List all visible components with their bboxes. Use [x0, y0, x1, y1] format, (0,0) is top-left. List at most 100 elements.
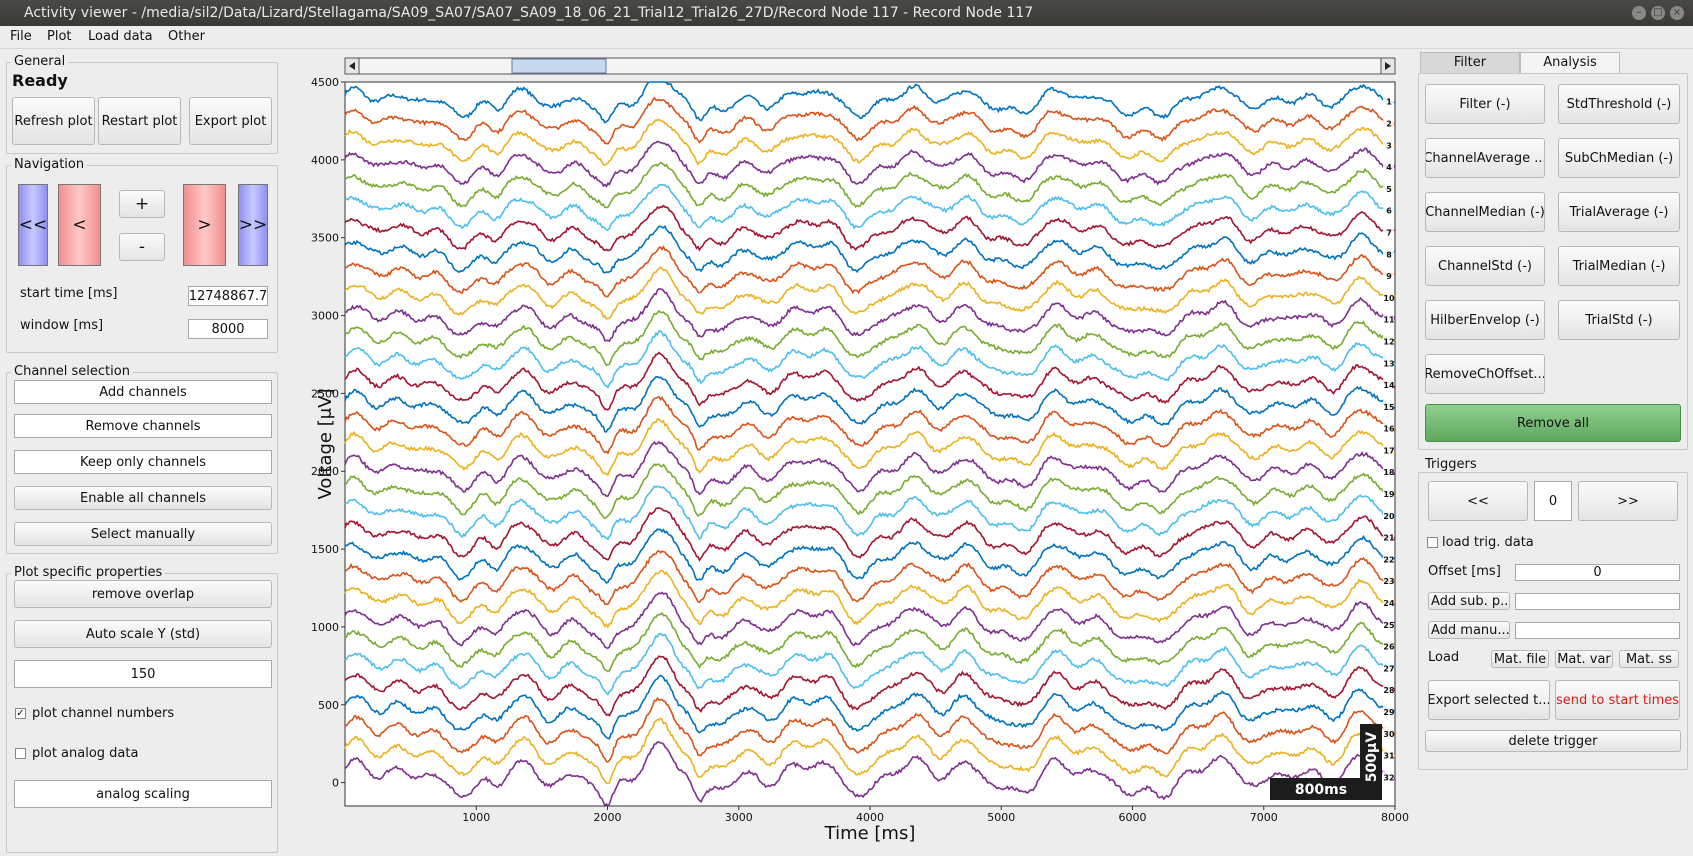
- plot-analog-data-label: plot analog data: [32, 746, 139, 761]
- close-icon[interactable]: ×: [1670, 6, 1684, 20]
- start-time-label: start time [ms]: [20, 286, 118, 301]
- start-time-input[interactable]: 12748867.7: [188, 286, 268, 306]
- zoom-out-button[interactable]: -: [119, 233, 165, 261]
- add-manual-button[interactable]: Add manu...: [1428, 621, 1510, 639]
- channel-average-button[interactable]: ChannelAverage ...: [1425, 138, 1545, 178]
- offset-input[interactable]: 0: [1515, 564, 1680, 581]
- menu-other[interactable]: Other: [168, 29, 205, 44]
- voltage-scale-label: 500μV: [1364, 732, 1380, 783]
- mat-ss-button[interactable]: Mat. ss: [1619, 650, 1679, 668]
- channel-number-label: 26: [1383, 643, 1395, 652]
- menu-plot[interactable]: Plot: [47, 29, 72, 44]
- menu-file[interactable]: File: [10, 29, 32, 44]
- x-tick-label: 3000: [725, 811, 753, 824]
- channel-number-label: 10: [1383, 294, 1395, 303]
- offset-label: Offset [ms]: [1428, 564, 1501, 579]
- channel-number-label: 7: [1386, 228, 1392, 237]
- add-channels-button[interactable]: Add channels: [14, 380, 272, 404]
- refresh-plot-button[interactable]: Refresh plot: [12, 97, 95, 145]
- channel-number-label: 32: [1383, 773, 1394, 782]
- menu-load-data[interactable]: Load data: [88, 29, 153, 44]
- channel-number-label: 16: [1383, 425, 1395, 434]
- channel-number-label: 21: [1383, 534, 1395, 543]
- channel-number-label: 1: [1386, 98, 1392, 107]
- y-tick-label: 0: [332, 777, 339, 790]
- x-tick-label: 6000: [1119, 811, 1147, 824]
- trial-average-button[interactable]: TrialAverage (-): [1558, 192, 1680, 232]
- add-manual-input[interactable]: [1515, 622, 1680, 639]
- select-manually-button[interactable]: Select manually: [14, 522, 272, 546]
- far-back-button[interactable]: <<: [18, 184, 48, 266]
- y-tick-label: 3000: [311, 310, 339, 323]
- trigger-index-input[interactable]: 0: [1534, 481, 1572, 521]
- x-tick-label: 5000: [987, 811, 1015, 824]
- scale-value-input[interactable]: 150: [14, 660, 272, 688]
- keep-only-channels-button[interactable]: Keep only channels: [14, 450, 272, 474]
- sub-ch-median-button[interactable]: SubChMedian (-): [1558, 138, 1680, 178]
- channel-number-label: 20: [1383, 512, 1395, 521]
- tab-filter[interactable]: Filter: [1420, 52, 1520, 73]
- load-trig-data-label: load trig. data: [1442, 535, 1534, 550]
- hilbert-envelope-button[interactable]: HilberEnvelop (-): [1425, 300, 1545, 340]
- scroll-thumb[interactable]: [511, 58, 607, 74]
- channel-number-label: 13: [1383, 359, 1394, 368]
- export-selected-triggers-button[interactable]: Export selected t...: [1428, 680, 1550, 720]
- tab-analysis[interactable]: Analysis: [1520, 52, 1620, 73]
- channel-number-label: 11: [1383, 316, 1395, 325]
- plot-channel-numbers-checkbox[interactable]: ✓: [15, 708, 26, 719]
- add-sub-input[interactable]: [1515, 593, 1680, 610]
- enable-all-channels-button[interactable]: Enable all channels: [14, 486, 272, 510]
- remove-all-button[interactable]: Remove all: [1425, 404, 1681, 442]
- channel-number-label: 29: [1383, 708, 1395, 717]
- forward-button[interactable]: >: [183, 184, 226, 266]
- trial-std-button[interactable]: TrialStd (-): [1558, 300, 1680, 340]
- far-forward-button[interactable]: >>: [238, 184, 268, 266]
- zoom-in-button[interactable]: +: [119, 190, 165, 218]
- window-input[interactable]: 8000: [188, 319, 268, 339]
- load-label: Load: [1428, 650, 1460, 665]
- trial-median-button[interactable]: TrialMedian (-): [1558, 246, 1680, 286]
- restart-plot-button[interactable]: Restart plot: [98, 97, 181, 145]
- std-threshold-button[interactable]: StdThreshold (-): [1558, 84, 1680, 124]
- menubar: File Plot Load data Other: [0, 26, 1693, 49]
- export-plot-button[interactable]: Export plot: [189, 97, 272, 145]
- x-tick-label: 7000: [1250, 811, 1278, 824]
- channel-number-label: 24: [1383, 599, 1395, 608]
- send-to-start-times-button[interactable]: send to start times: [1555, 680, 1680, 720]
- filter-button[interactable]: Filter (-): [1425, 84, 1545, 124]
- channel-number-label: 22: [1383, 555, 1394, 564]
- general-panel-title: General: [11, 54, 69, 69]
- window-title: Activity viewer - /media/sil2/Data/Lizar…: [24, 5, 1034, 21]
- prev-trigger-button[interactable]: <<: [1428, 481, 1528, 521]
- channel-number-label: 28: [1383, 686, 1395, 695]
- delete-trigger-button[interactable]: delete trigger: [1425, 730, 1681, 752]
- channel-number-label: 5: [1386, 185, 1392, 194]
- minimize-icon[interactable]: –: [1632, 6, 1646, 20]
- add-sub-button[interactable]: Add sub. p...: [1428, 592, 1510, 610]
- x-tick-label: 2000: [594, 811, 622, 824]
- y-tick-label: 3500: [311, 232, 339, 245]
- y-tick-label: 1000: [311, 621, 339, 634]
- channel-std-button[interactable]: ChannelStd (-): [1425, 246, 1545, 286]
- mat-file-button[interactable]: Mat. file: [1491, 650, 1549, 668]
- next-trigger-button[interactable]: >>: [1578, 481, 1678, 521]
- channel-number-label: 30: [1383, 730, 1395, 739]
- status-text: Ready: [12, 71, 68, 90]
- load-trig-data-checkbox[interactable]: [1427, 537, 1438, 548]
- channel-median-button[interactable]: ChannelMedian (-): [1425, 192, 1545, 232]
- remove-channels-button[interactable]: Remove channels: [14, 414, 272, 438]
- channel-selection-title: Channel selection: [11, 364, 133, 379]
- channel-number-label: 18: [1383, 468, 1395, 477]
- remove-overlap-button[interactable]: remove overlap: [14, 580, 272, 608]
- mat-var-button[interactable]: Mat. var: [1555, 650, 1613, 668]
- x-axis: 1000 2000 3000 4000 5000 6000 7000 8000: [462, 806, 1409, 824]
- time-scrollbar[interactable]: [344, 57, 1396, 75]
- y-tick-label: 1500: [311, 543, 339, 556]
- auto-scale-y-button[interactable]: Auto scale Y (std): [14, 620, 272, 648]
- back-button[interactable]: <: [58, 184, 101, 266]
- remove-ch-offset-button[interactable]: RemoveChOffset...: [1425, 354, 1545, 394]
- plot-analog-data-checkbox[interactable]: [15, 748, 26, 759]
- maximize-icon[interactable]: □: [1651, 6, 1665, 20]
- channel-number-label: 9: [1386, 272, 1392, 281]
- analog-scaling-button[interactable]: analog scaling: [14, 780, 272, 808]
